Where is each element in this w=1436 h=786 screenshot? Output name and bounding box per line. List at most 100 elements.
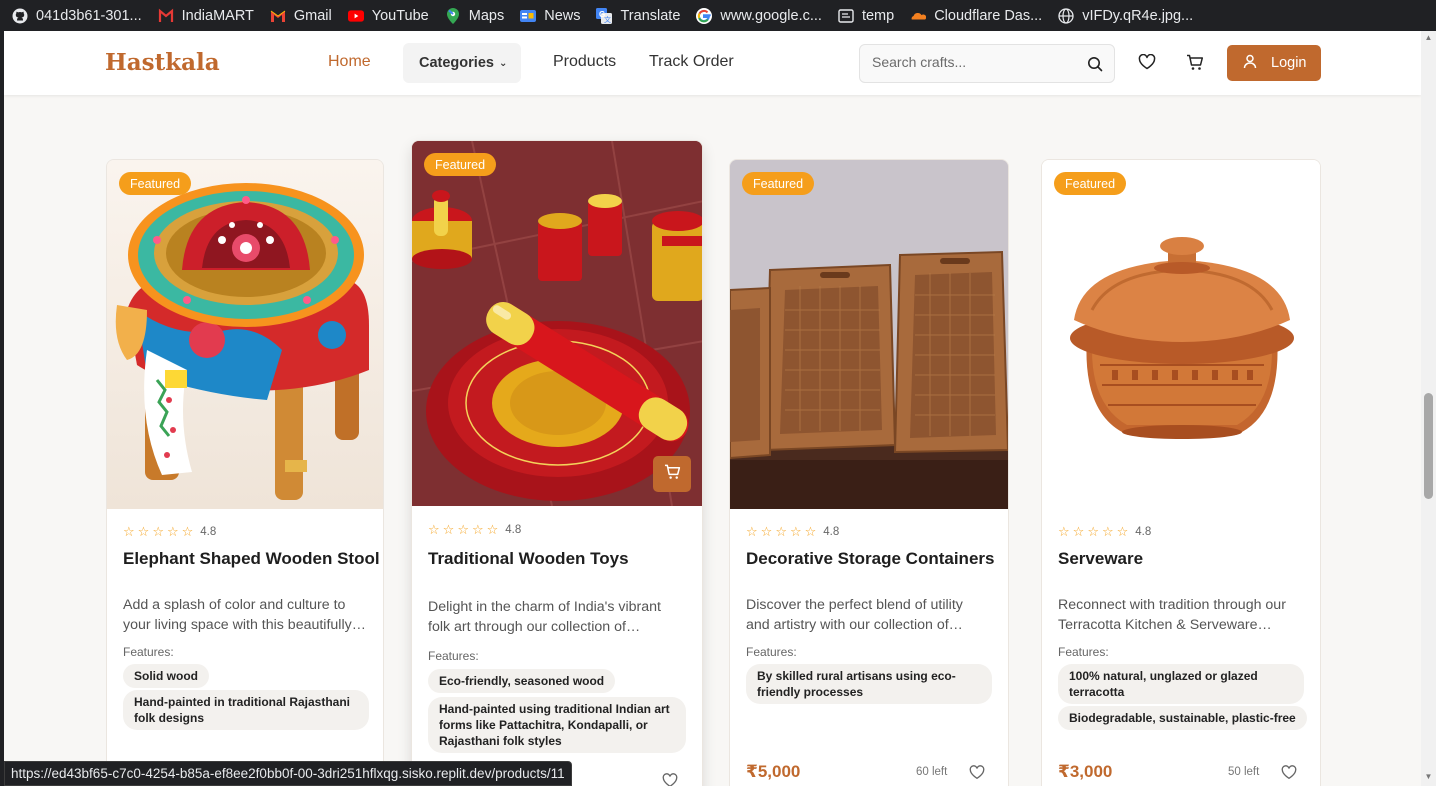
bookmark-indiamart[interactable]: IndiaMART (158, 8, 254, 24)
rating-value: 4.8 (200, 525, 217, 538)
bookmark-label: News (544, 7, 581, 24)
star-icon: ☆ (166, 524, 179, 539)
feature-chip: Solid wood (123, 664, 209, 688)
star-icon: ☆ (1087, 524, 1099, 539)
bookmark-gmail[interactable]: Gmail (270, 8, 332, 24)
product-description-line: folk art through our collection of… (428, 619, 641, 635)
page-viewport: Hastkala Home Categories ⌄ Products Trac… (4, 31, 1421, 786)
product-description-line: your living space with this beautifully… (123, 617, 366, 633)
product-image[interactable] (1042, 160, 1320, 509)
features-label: Features: (1058, 645, 1109, 659)
page-scrollbar[interactable]: ▲ ▼ (1421, 31, 1436, 786)
rating-value: 4.8 (1135, 525, 1152, 538)
bookmark-github[interactable]: 041d3b61-301... (12, 8, 142, 24)
heart-icon[interactable] (1281, 765, 1297, 785)
features-label: Features: (123, 645, 174, 659)
search-icon[interactable] (1087, 56, 1103, 77)
heart-icon[interactable] (969, 765, 985, 785)
nav-track-order[interactable]: Track Order (649, 53, 734, 71)
star-icon: ☆ (1101, 524, 1114, 539)
featured-badge: Featured (119, 172, 192, 195)
star-icon: ☆ (123, 524, 135, 539)
product-description: Delight in the charm of India's vibrant … (428, 597, 688, 637)
bookmark-label: www.google.c... (720, 7, 822, 24)
site-header: Hastkala Home Categories ⌄ Products Trac… (4, 31, 1421, 95)
star-icon: ☆ (457, 522, 469, 537)
feature-chip: By skilled rural artisans using eco-frie… (746, 664, 992, 704)
product-description-line: and artistry with our collection of… (746, 617, 963, 633)
features-label: Features: (428, 649, 479, 663)
nav-categories[interactable]: Categories ⌄ (403, 43, 521, 83)
product-description: Discover the perfect blend of utility an… (746, 595, 996, 635)
product-description-line: Discover the perfect blend of utility (746, 597, 963, 613)
product-title[interactable]: Elephant Shaped Wooden Stool (123, 549, 380, 569)
bookmark-image[interactable]: vIFDy.qR4e.jpg... (1058, 8, 1193, 24)
star-icon: ☆ (137, 524, 150, 539)
stock-left: 60 left (916, 766, 948, 778)
featured-badge: Featured (424, 153, 497, 176)
star-icon: ☆ (442, 522, 455, 537)
product-title[interactable]: Serveware (1058, 549, 1143, 569)
scroll-down-arrow-icon[interactable]: ▼ (1424, 773, 1433, 781)
product-image[interactable] (107, 160, 383, 509)
bookmark-news[interactable]: News (520, 8, 580, 24)
product-card[interactable]: Featured ☆ ☆ ☆ ☆ ☆ 4.8 Elephant Shaped Woode… (106, 159, 384, 786)
featured-badge: Featured (1054, 172, 1127, 195)
stock-left: 50 left (1228, 766, 1260, 778)
search-input[interactable] (872, 54, 1072, 70)
add-to-cart-button[interactable] (653, 456, 691, 492)
product-price: ₹5,000 (746, 762, 801, 781)
star-icon: ☆ (804, 524, 817, 539)
scroll-up-arrow-icon[interactable]: ▲ (1424, 34, 1433, 42)
cart-icon[interactable] (1186, 54, 1204, 76)
feature-chip: 100% natural, unglazed or glazed terraco… (1058, 664, 1304, 704)
maps-icon (445, 7, 461, 24)
site-logo[interactable]: Hastkala (105, 49, 220, 76)
product-title[interactable]: Traditional Wooden Toys (428, 549, 629, 569)
star-icon: ☆ (746, 524, 758, 539)
bookmark-translate[interactable]: G文 Translate (596, 7, 680, 24)
heart-icon[interactable] (662, 773, 678, 786)
bookmark-google[interactable]: www.google.c... (696, 7, 822, 24)
product-card[interactable]: Featured ☆ ☆ ☆ ☆ ☆ 4.8 Serveware Reconnect w… (1041, 159, 1321, 786)
bookmark-temp[interactable]: temp (838, 8, 894, 24)
product-price: ₹3,000 (1058, 762, 1113, 781)
product-card[interactable]: Featured ☆ ☆ ☆ ☆ ☆ 4.8 Decorative Storage Co… (729, 159, 1009, 786)
nav-products[interactable]: Products (553, 53, 616, 71)
star-icon: ☆ (471, 522, 484, 537)
bookmark-youtube[interactable]: YouTube (347, 8, 429, 24)
feature-chip: Biodegradable, sustainable, plastic-free (1058, 706, 1307, 730)
bookmark-label: Maps (468, 7, 505, 24)
login-label: Login (1271, 55, 1307, 71)
product-description-line: Add a splash of color and culture to (123, 597, 346, 613)
bookmark-maps[interactable]: Maps (445, 7, 505, 24)
nav-home[interactable]: Home (328, 53, 371, 71)
product-description-line: Terracotta Kitchen & Serveware… (1058, 617, 1272, 633)
star-icon: ☆ (760, 524, 773, 539)
svg-text:文: 文 (604, 15, 611, 24)
indiamart-icon (158, 8, 174, 24)
star-icon: ☆ (1116, 524, 1129, 539)
bookmark-label: temp (861, 7, 895, 24)
product-card[interactable]: Featured ☆ ☆ ☆ ☆ ☆ 4.8 Traditional Wooden To… (411, 140, 703, 786)
star-icon: ☆ (152, 524, 164, 539)
product-image[interactable] (412, 141, 702, 506)
youtube-icon (347, 8, 364, 24)
rating-value: 4.8 (505, 523, 522, 536)
scrollbar-thumb[interactable] (1424, 393, 1433, 499)
login-button[interactable]: Login (1227, 45, 1321, 81)
features-label: Features: (746, 645, 797, 659)
product-title[interactable]: Decorative Storage Containers (746, 549, 994, 569)
rating-value: 4.8 (823, 525, 840, 538)
globe-icon (1058, 7, 1074, 24)
gmail-icon (270, 8, 286, 24)
wishlist-heart-icon[interactable] (1138, 53, 1156, 75)
product-description: Reconnect with tradition through our Ter… (1058, 595, 1308, 635)
star-icon: ☆ (789, 524, 802, 539)
product-description-line: Delight in the charm of India's vibrant (428, 599, 661, 615)
bookmark-cloudflare[interactable]: Cloudflare Das... (910, 8, 1042, 24)
bookmark-label: Gmail (293, 7, 332, 24)
product-image[interactable] (730, 160, 1008, 509)
product-description-line: Reconnect with tradition through our (1058, 597, 1286, 613)
news-icon (520, 8, 537, 24)
